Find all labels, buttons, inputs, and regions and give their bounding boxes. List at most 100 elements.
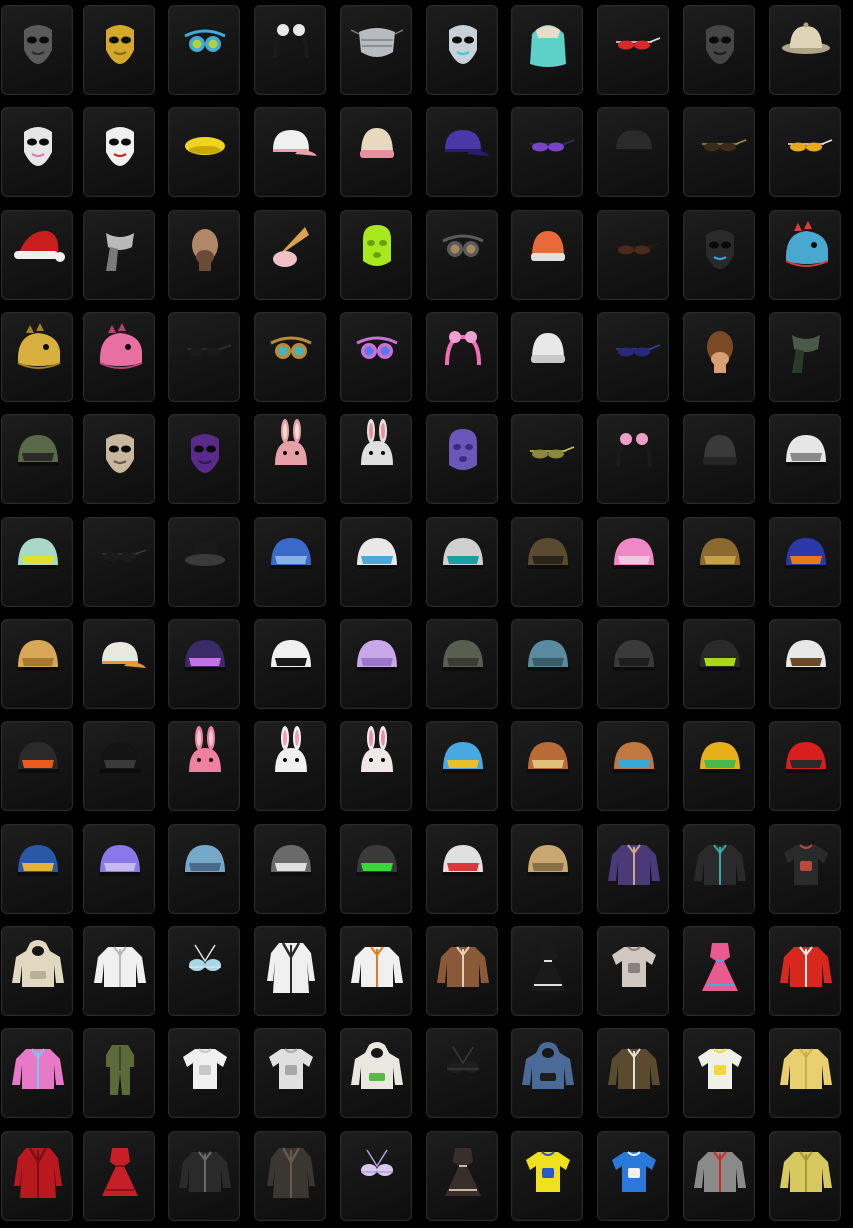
inventory-slot[interactable] (1, 1028, 73, 1118)
inventory-slot[interactable] (1, 312, 73, 402)
inventory-slot[interactable] (769, 210, 841, 300)
inventory-slot[interactable] (254, 824, 326, 914)
inventory-slot[interactable] (254, 107, 326, 197)
inventory-slot[interactable] (340, 619, 412, 709)
inventory-slot[interactable] (83, 210, 155, 300)
inventory-slot[interactable] (597, 1131, 669, 1221)
inventory-slot[interactable] (769, 926, 841, 1016)
inventory-slot[interactable] (511, 312, 583, 402)
inventory-slot[interactable] (511, 926, 583, 1016)
inventory-slot[interactable] (683, 414, 755, 504)
inventory-slot[interactable] (426, 721, 498, 811)
inventory-slot[interactable] (340, 721, 412, 811)
inventory-slot[interactable] (340, 517, 412, 607)
inventory-slot[interactable] (426, 926, 498, 1016)
inventory-slot[interactable] (426, 619, 498, 709)
inventory-slot[interactable] (683, 5, 755, 95)
inventory-slot[interactable] (1, 107, 73, 197)
inventory-slot[interactable] (168, 721, 240, 811)
inventory-slot[interactable] (769, 414, 841, 504)
inventory-slot[interactable] (426, 824, 498, 914)
inventory-slot[interactable] (1, 824, 73, 914)
inventory-slot[interactable] (340, 824, 412, 914)
inventory-slot[interactable] (83, 1028, 155, 1118)
inventory-slot[interactable] (511, 107, 583, 197)
inventory-slot[interactable] (683, 107, 755, 197)
inventory-slot[interactable] (769, 5, 841, 95)
inventory-slot[interactable] (683, 312, 755, 402)
inventory-slot[interactable] (254, 619, 326, 709)
inventory-slot[interactable] (683, 619, 755, 709)
inventory-slot[interactable] (83, 1131, 155, 1221)
inventory-slot[interactable] (83, 824, 155, 914)
inventory-slot[interactable] (1, 5, 73, 95)
inventory-slot[interactable] (83, 414, 155, 504)
inventory-slot[interactable] (254, 210, 326, 300)
inventory-slot[interactable] (83, 619, 155, 709)
inventory-slot[interactable] (168, 312, 240, 402)
inventory-slot[interactable] (83, 517, 155, 607)
inventory-slot[interactable] (168, 824, 240, 914)
inventory-slot[interactable] (1, 619, 73, 709)
inventory-slot[interactable] (254, 5, 326, 95)
inventory-slot[interactable] (340, 414, 412, 504)
inventory-slot[interactable] (769, 1131, 841, 1221)
inventory-slot[interactable] (597, 926, 669, 1016)
inventory-slot[interactable] (769, 824, 841, 914)
inventory-slot[interactable] (769, 619, 841, 709)
inventory-slot[interactable] (597, 517, 669, 607)
inventory-slot[interactable] (168, 107, 240, 197)
inventory-slot[interactable] (340, 926, 412, 1016)
inventory-slot[interactable] (769, 312, 841, 402)
inventory-slot[interactable] (769, 1028, 841, 1118)
inventory-slot[interactable] (769, 517, 841, 607)
inventory-slot[interactable] (597, 619, 669, 709)
inventory-slot[interactable] (426, 5, 498, 95)
inventory-slot[interactable] (1, 721, 73, 811)
inventory-slot[interactable] (683, 1131, 755, 1221)
inventory-slot[interactable] (340, 107, 412, 197)
inventory-slot[interactable] (683, 517, 755, 607)
inventory-slot[interactable] (426, 210, 498, 300)
inventory-slot[interactable] (597, 1028, 669, 1118)
inventory-slot[interactable] (254, 414, 326, 504)
inventory-slot[interactable] (511, 517, 583, 607)
inventory-slot[interactable] (168, 5, 240, 95)
inventory-slot[interactable] (1, 926, 73, 1016)
inventory-slot[interactable] (168, 1131, 240, 1221)
inventory-slot[interactable] (426, 107, 498, 197)
inventory-slot[interactable] (597, 721, 669, 811)
inventory-slot[interactable] (511, 721, 583, 811)
inventory-slot[interactable] (511, 210, 583, 300)
inventory-slot[interactable] (1, 414, 73, 504)
inventory-slot[interactable] (769, 107, 841, 197)
inventory-slot[interactable] (254, 721, 326, 811)
inventory-slot[interactable] (168, 926, 240, 1016)
inventory-slot[interactable] (168, 414, 240, 504)
inventory-slot[interactable] (83, 312, 155, 402)
inventory-slot[interactable] (511, 414, 583, 504)
inventory-slot[interactable] (426, 414, 498, 504)
inventory-slot[interactable] (511, 1028, 583, 1118)
inventory-slot[interactable] (168, 210, 240, 300)
inventory-slot[interactable] (683, 1028, 755, 1118)
inventory-slot[interactable] (597, 210, 669, 300)
inventory-slot[interactable] (597, 5, 669, 95)
inventory-slot[interactable] (168, 1028, 240, 1118)
inventory-slot[interactable] (683, 210, 755, 300)
inventory-slot[interactable] (254, 1028, 326, 1118)
inventory-slot[interactable] (1, 517, 73, 607)
inventory-slot[interactable] (597, 824, 669, 914)
inventory-slot[interactable] (340, 5, 412, 95)
inventory-slot[interactable] (426, 312, 498, 402)
inventory-slot[interactable] (683, 721, 755, 811)
inventory-slot[interactable] (254, 926, 326, 1016)
inventory-slot[interactable] (426, 517, 498, 607)
inventory-slot[interactable] (683, 926, 755, 1016)
inventory-slot[interactable] (426, 1131, 498, 1221)
inventory-slot[interactable] (254, 312, 326, 402)
inventory-slot[interactable] (683, 824, 755, 914)
inventory-slot[interactable] (340, 1028, 412, 1118)
inventory-slot[interactable] (340, 312, 412, 402)
inventory-slot[interactable] (83, 107, 155, 197)
